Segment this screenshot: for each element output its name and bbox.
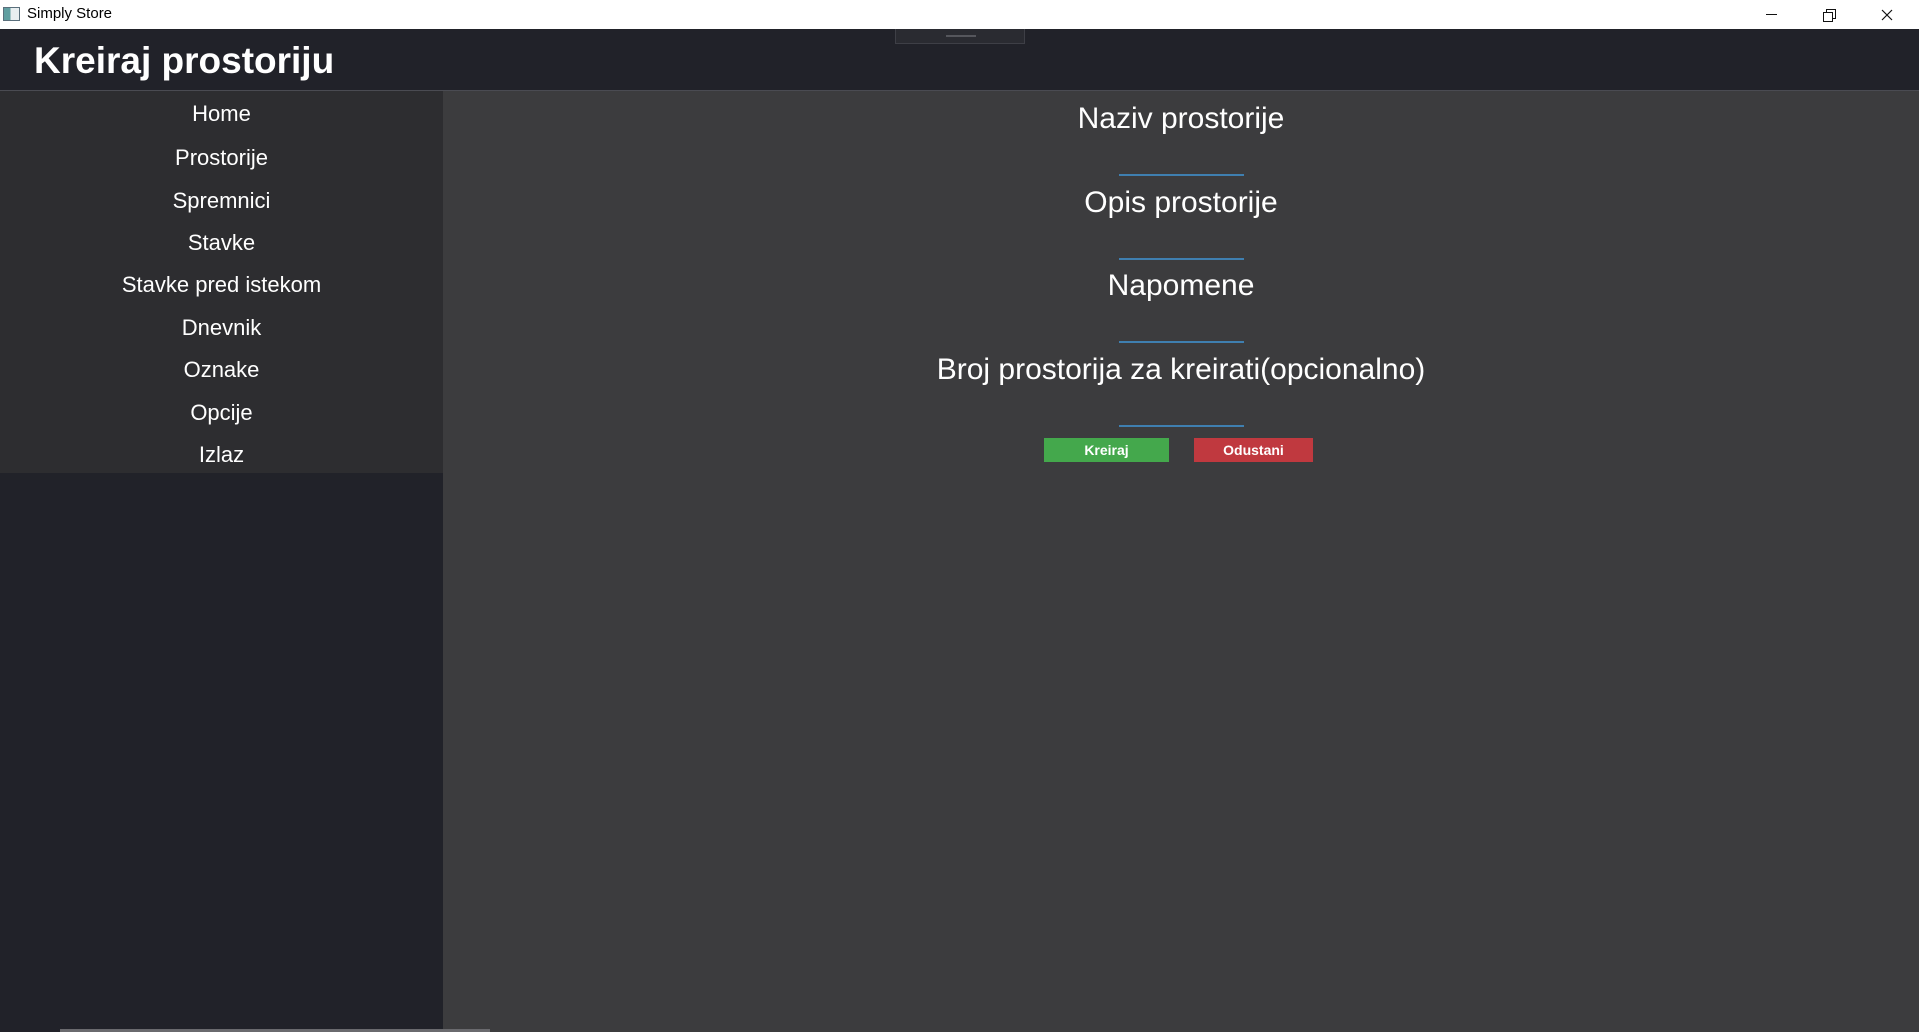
room-name-input[interactable] xyxy=(1119,152,1244,176)
notes-input[interactable] xyxy=(1119,319,1244,343)
restore-icon xyxy=(1823,8,1836,22)
sidebar-item-home[interactable]: Home xyxy=(0,91,443,137)
close-icon xyxy=(1881,9,1893,20)
app-icon xyxy=(3,7,20,21)
sidebar-item-izlaz[interactable]: Izlaz xyxy=(0,434,443,476)
room-name-label: Naziv prostorije xyxy=(1077,102,1285,135)
restore-button[interactable] xyxy=(1800,0,1858,29)
drag-handle[interactable] xyxy=(895,29,1025,44)
sidebar: Home Prostorije Spremnici Stavke Stavke … xyxy=(0,91,443,1032)
window-title: Simply Store xyxy=(27,5,113,22)
room-count-input[interactable] xyxy=(1119,403,1244,427)
cancel-button[interactable]: Odustani xyxy=(1194,438,1313,462)
close-button[interactable] xyxy=(1858,0,1916,29)
drag-grip-icon xyxy=(946,35,976,37)
app-window: Simply Store Kreiraj prostoriju Home Pro… xyxy=(0,0,1919,1032)
sidebar-item-prostorije[interactable]: Prostorije xyxy=(0,137,443,179)
sidebar-item-stavke[interactable]: Stavke xyxy=(0,222,443,264)
room-count-label: Broj prostorija za kreirati(opcionalno) xyxy=(936,353,1426,386)
sidebar-item-dnevnik[interactable]: Dnevnik xyxy=(0,307,443,349)
sidebar-item-stavke-pred-istekom[interactable]: Stavke pred istekom xyxy=(0,264,443,306)
notes-label: Napomene xyxy=(1107,269,1255,302)
page-title: Kreiraj prostoriju xyxy=(34,40,335,81)
sidebar-item-oznake[interactable]: Oznake xyxy=(0,349,443,391)
sidebar-item-spremnici[interactable]: Spremnici xyxy=(0,179,443,221)
title-bar[interactable]: Simply Store xyxy=(0,0,1919,29)
sidebar-nav: Home Prostorije Spremnici Stavke Stavke … xyxy=(0,91,443,473)
minimize-button[interactable] xyxy=(1742,0,1800,29)
minimize-icon xyxy=(1765,14,1777,15)
main-content: Naziv prostorije Opis prostorije Napomen… xyxy=(443,91,1919,1032)
sidebar-item-opcije[interactable]: Opcije xyxy=(0,391,443,433)
create-button[interactable]: Kreiraj xyxy=(1044,438,1169,462)
page-header: Kreiraj prostoriju xyxy=(0,29,1919,91)
room-description-input[interactable] xyxy=(1119,236,1244,260)
room-description-label: Opis prostorije xyxy=(1084,186,1278,219)
